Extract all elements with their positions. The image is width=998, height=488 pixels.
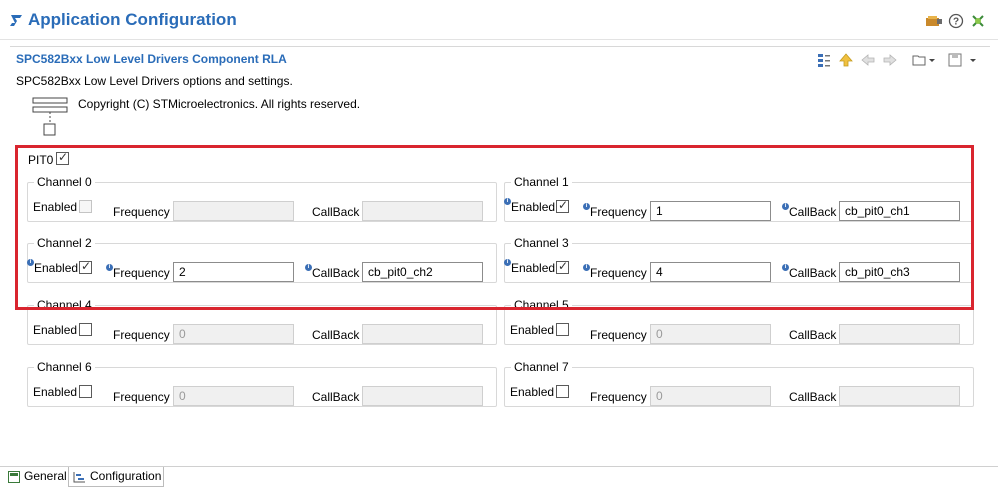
frequency-input[interactable]: 0 — [650, 386, 771, 406]
channel-enable-checkbox[interactable] — [556, 385, 569, 398]
tab-configuration-label: Configuration — [90, 469, 162, 483]
callback-input[interactable] — [839, 386, 960, 406]
frequency-label: Frequency — [113, 390, 170, 404]
configuration-tab-icon — [73, 470, 86, 488]
save-icon[interactable] — [948, 52, 976, 68]
enabled-label: Enabled — [510, 323, 555, 337]
enabled-label: Enabled — [33, 385, 78, 399]
channel-title: Channel 7 — [511, 360, 572, 374]
help-icon[interactable]: ? — [948, 13, 964, 29]
callback-label: CallBack — [312, 390, 360, 404]
copyright-text: Copyright (C) STMicroelectronics. All ri… — [78, 97, 361, 111]
tab-general[interactable]: General — [4, 467, 67, 488]
settings-icon[interactable] — [970, 13, 986, 29]
channel-enable-checkbox[interactable] — [79, 385, 92, 398]
frequency-input[interactable]: 0 — [173, 386, 294, 406]
callback-label: CallBack — [312, 328, 360, 342]
section-description: SPC582Bxx Low Level Drivers options and … — [16, 74, 293, 88]
channel-title: Channel 6 — [34, 360, 95, 374]
frequency-input[interactable]: 0 — [173, 324, 294, 344]
run-icon[interactable] — [925, 13, 942, 29]
channel-group: Channel 5 Enabled Frequency 0 CallBack — [504, 298, 974, 345]
enabled-label: Enabled — [33, 323, 78, 337]
frequency-label: Frequency — [590, 328, 647, 342]
open-folder-icon[interactable] — [912, 52, 935, 68]
st-logo-icon — [8, 12, 24, 28]
channel-enable-checkbox[interactable] — [556, 323, 569, 336]
back-arrow-icon[interactable] — [860, 52, 876, 68]
channel-group: Channel 7 Enabled Frequency 0 CallBack — [504, 360, 974, 407]
channel-enable-checkbox[interactable] — [79, 323, 92, 336]
up-arrow-icon[interactable] — [838, 52, 854, 68]
callback-input[interactable] — [839, 324, 960, 344]
section-title: SPC582Bxx Low Level Drivers Component RL… — [16, 52, 287, 66]
channel-group: Channel 4 Enabled Frequency 0 CallBack — [27, 298, 497, 345]
tab-configuration[interactable]: Configuration — [68, 467, 164, 487]
callback-label: CallBack — [789, 328, 837, 342]
callback-input[interactable] — [362, 324, 483, 344]
component-icon — [32, 95, 70, 139]
tab-general-label: General — [24, 469, 67, 483]
svg-text:?: ? — [953, 17, 959, 28]
forward-arrow-icon[interactable] — [882, 52, 898, 68]
highlight-box — [15, 145, 974, 310]
section-separator — [10, 46, 990, 47]
enabled-label: Enabled — [510, 385, 555, 399]
frequency-input[interactable]: 0 — [650, 324, 771, 344]
callback-input[interactable] — [362, 386, 483, 406]
tree-view-icon[interactable] — [816, 52, 832, 68]
general-tab-icon — [8, 470, 20, 488]
page-title: Application Configuration — [28, 10, 237, 29]
callback-label: CallBack — [789, 390, 837, 404]
channel-group: Channel 6 Enabled Frequency 0 CallBack — [27, 360, 497, 407]
frequency-label: Frequency — [113, 328, 170, 342]
frequency-label: Frequency — [590, 390, 647, 404]
